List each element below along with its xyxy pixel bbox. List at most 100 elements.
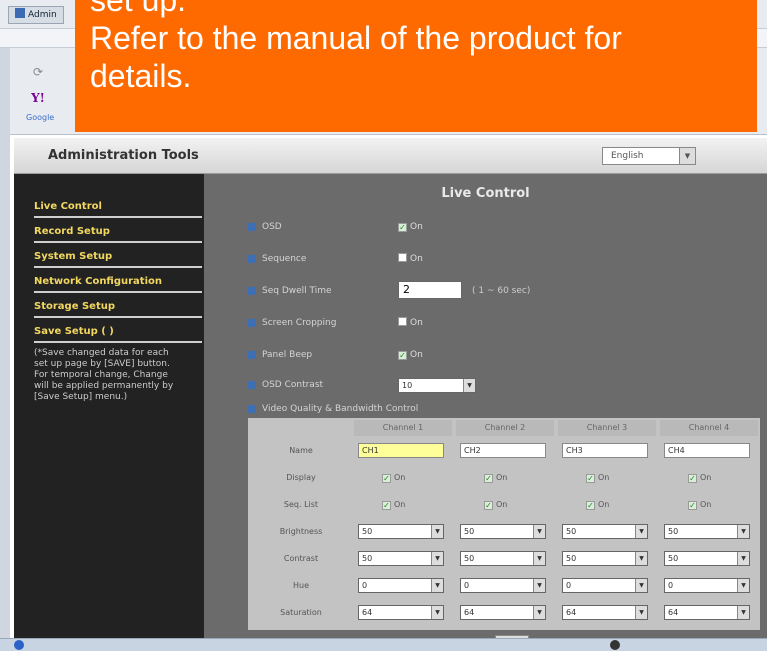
setting-osd-contrast: OSD Contrast 10 ▼ — [248, 378, 767, 394]
brightness-select[interactable]: 50 ▼ — [358, 524, 444, 539]
display-checkbox[interactable]: ✓ On — [586, 472, 609, 484]
sidebar-item-storage-setup[interactable]: Storage Setup — [34, 296, 202, 318]
saturation-select[interactable]: 64 ▼ — [460, 605, 546, 620]
row-label: Contrast — [283, 554, 319, 563]
channel-header: Channel 3 — [558, 420, 656, 436]
table-cell: 0 ▼ — [456, 575, 554, 597]
start-icon[interactable] — [14, 640, 24, 650]
sidebar-item-record-setup[interactable]: Record Setup — [34, 221, 202, 243]
chevron-down-icon: ▼ — [635, 606, 647, 619]
setting-label: Screen Cropping — [262, 318, 337, 328]
setting-label: OSD — [262, 222, 282, 232]
channel-name-input[interactable]: CH4 — [664, 443, 750, 458]
hue-select[interactable]: 0 ▼ — [358, 578, 444, 593]
osd-contrast-select[interactable]: 10 ▼ — [398, 378, 476, 393]
saturation-select[interactable]: 64 ▼ — [358, 605, 444, 620]
setting-sequence: Sequence On — [248, 252, 767, 268]
chevron-down-icon: ▼ — [737, 525, 749, 538]
saturation-select[interactable]: 64 ▼ — [664, 605, 750, 620]
checkbox-checked-icon: ✓ — [398, 223, 407, 232]
table-cell: 50 ▼ — [354, 548, 452, 570]
table-cell: ✓ On — [558, 494, 656, 516]
contrast-select[interactable]: 50 ▼ — [562, 551, 648, 566]
browser-tab[interactable]: Admin — [8, 6, 64, 24]
setting-screen-cropping: Screen Cropping On — [248, 316, 767, 332]
hue-select[interactable]: 0 ▼ — [460, 578, 546, 593]
section-title: Live Control — [441, 186, 530, 201]
table-cell: ✓ On — [354, 467, 452, 489]
sidebar-item-live-control[interactable]: Live Control — [34, 196, 202, 218]
checkbox-checked-icon: ✓ — [688, 474, 697, 483]
row-label: Brightness — [279, 527, 323, 536]
channel-name-input[interactable]: CH1 — [358, 443, 444, 458]
table-cell: 50 ▼ — [354, 521, 452, 543]
seq-list-checkbox[interactable]: ✓ On — [382, 499, 405, 511]
channel-name-input[interactable]: CH3 — [562, 443, 648, 458]
sidebar: Live Control Record Setup System Setup N… — [14, 174, 204, 638]
display-checkbox[interactable]: ✓ On — [484, 472, 507, 484]
bullet-icon — [248, 351, 256, 359]
seq-list-checkbox[interactable]: ✓ On — [586, 499, 609, 511]
contrast-select[interactable]: 50 ▼ — [358, 551, 444, 566]
chevron-down-icon: ▼ — [431, 606, 443, 619]
hue-select[interactable]: 0 ▼ — [664, 578, 750, 593]
osd-checkbox[interactable]: ✓ On — [398, 220, 423, 234]
display-checkbox[interactable]: ✓ On — [688, 472, 711, 484]
dwell-time-input[interactable]: 2 — [398, 281, 462, 299]
row-label: Saturation — [280, 608, 322, 617]
page-title: Administration Tools — [48, 148, 199, 163]
contrast-select[interactable]: 50 ▼ — [460, 551, 546, 566]
brightness-select[interactable]: 50 ▼ — [664, 524, 750, 539]
checkbox-unchecked-icon — [398, 253, 407, 262]
table-cell: ✓ On — [456, 467, 554, 489]
live-control-panel: Live Control OSD ✓ On Sequence On Seq Dwe… — [204, 174, 767, 648]
row-label: Hue — [292, 581, 309, 590]
table-cell: 0 ▼ — [354, 575, 452, 597]
table-cell: ✓ On — [660, 467, 758, 489]
sidebar-item-save-setup[interactable]: Save Setup ( ) — [34, 321, 202, 343]
contrast-select[interactable]: 50 ▼ — [664, 551, 750, 566]
table-cell: 50 ▼ — [660, 548, 758, 570]
setting-label: Seq Dwell Time — [262, 286, 332, 296]
display-checkbox[interactable]: ✓ On — [382, 472, 405, 484]
chevron-down-icon: ▼ — [431, 525, 443, 538]
favicon-icon — [15, 8, 25, 18]
cropping-checkbox[interactable]: On — [398, 316, 423, 330]
seq-list-checkbox[interactable]: ✓ On — [688, 499, 711, 511]
reload-icon[interactable]: ⟳ — [28, 62, 48, 82]
channel-header: Channel 1 — [354, 420, 452, 436]
sequence-checkbox[interactable]: On — [398, 252, 423, 266]
chevron-down-icon: ▼ — [635, 579, 647, 592]
chevron-down-icon: ▼ — [431, 552, 443, 565]
bullet-icon — [248, 381, 256, 389]
bullet-icon — [248, 255, 256, 263]
checkbox-checked-icon: ✓ — [398, 351, 407, 360]
bullet-icon — [248, 287, 256, 295]
chevron-down-icon: ▼ — [533, 552, 545, 565]
annotation-callout: set up. Refer to the manual of the produ… — [75, 0, 757, 132]
google-icon[interactable]: Google — [26, 108, 54, 128]
table-cell: ✓ On — [354, 494, 452, 516]
hue-select[interactable]: 0 ▼ — [562, 578, 648, 593]
saturation-select[interactable]: 64 ▼ — [562, 605, 648, 620]
yahoo-icon[interactable]: Y! — [28, 88, 48, 108]
table-cell: 50 ▼ — [456, 548, 554, 570]
beep-checkbox[interactable]: ✓ On — [398, 348, 423, 362]
language-select[interactable]: English ▼ — [602, 147, 696, 165]
seq-list-checkbox[interactable]: ✓ On — [484, 499, 507, 511]
table-cell: 0 ▼ — [558, 575, 656, 597]
callout-line-1: set up. — [90, 0, 187, 18]
checkbox-checked-icon: ✓ — [382, 474, 391, 483]
sidebar-item-system-setup[interactable]: System Setup — [34, 246, 202, 268]
tray-icon[interactable] — [610, 640, 620, 650]
checkbox-checked-icon: ✓ — [484, 474, 493, 483]
sidebar-item-network-configuration[interactable]: Network Configuration — [34, 271, 202, 293]
brightness-select[interactable]: 50 ▼ — [460, 524, 546, 539]
table-cell: ✓ On — [660, 494, 758, 516]
table-cell: 50 ▼ — [660, 521, 758, 543]
brightness-select[interactable]: 50 ▼ — [562, 524, 648, 539]
channel-name-input[interactable]: CH2 — [460, 443, 546, 458]
setting-label: Sequence — [262, 254, 307, 264]
row-label: Display — [286, 473, 316, 482]
setting-osd: OSD ✓ On — [248, 220, 767, 236]
